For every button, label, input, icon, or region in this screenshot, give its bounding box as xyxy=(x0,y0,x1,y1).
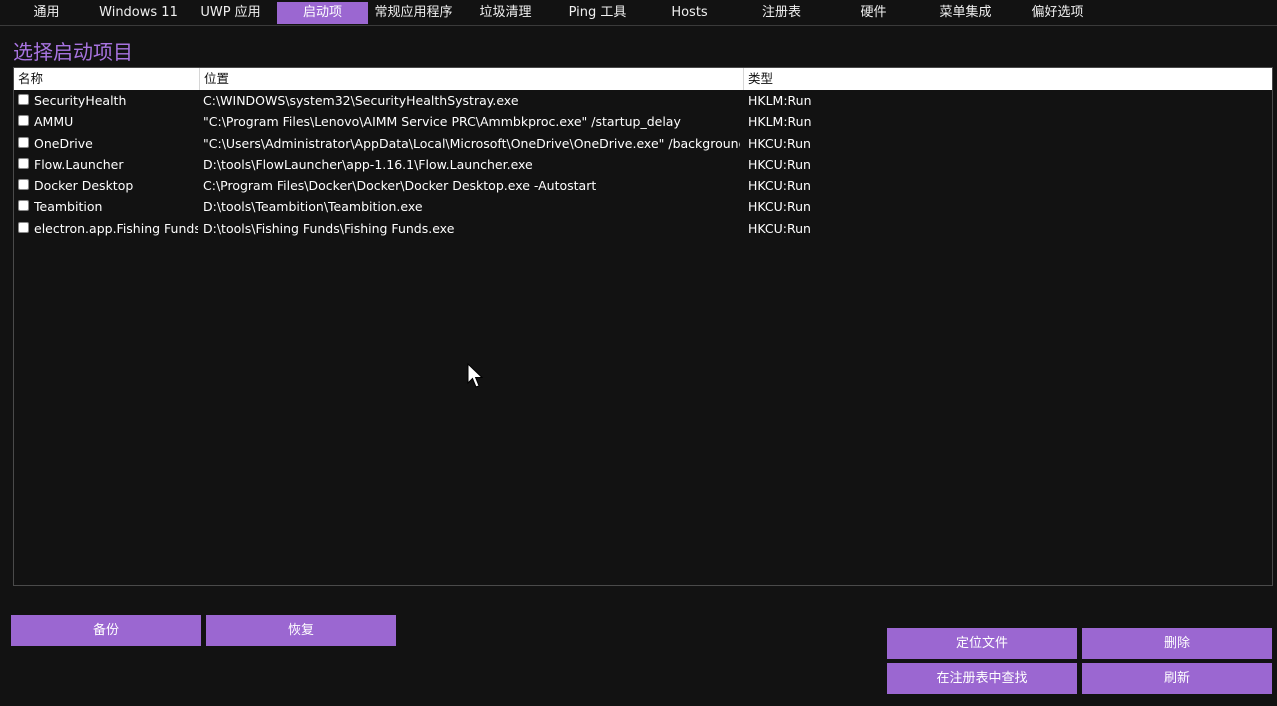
tab-ping-tool[interactable]: Ping 工具 xyxy=(552,2,643,24)
row-checkbox[interactable] xyxy=(18,157,29,169)
row-type: HKCU:Run xyxy=(748,156,811,172)
column-header-location[interactable]: 位置 xyxy=(199,68,744,90)
delete-button[interactable]: 删除 xyxy=(1082,628,1272,659)
table-row[interactable]: SecurityHealth C:\WINDOWS\system32\Secur… xyxy=(14,90,1272,111)
table-row[interactable]: Teambition D:\tools\Teambition\Teambitio… xyxy=(14,196,1272,217)
restore-button[interactable]: 恢复 xyxy=(206,615,396,646)
locate-file-button[interactable]: 定位文件 xyxy=(887,628,1077,659)
list-header: 名称 位置 类型 xyxy=(14,68,1272,90)
tab-startup[interactable]: 启动项 xyxy=(277,2,368,24)
table-row[interactable]: AMMU "C:\Program Files\Lenovo\AIMM Servi… xyxy=(14,111,1272,132)
row-location: D:\tools\Fishing Funds\Fishing Funds.exe xyxy=(203,220,455,236)
row-checkbox[interactable] xyxy=(18,221,29,233)
row-location: C:\Program Files\Docker\Docker\Docker De… xyxy=(203,178,597,194)
row-type: HKLM:Run xyxy=(748,93,812,108)
tab-preferences[interactable]: 偏好选项 xyxy=(1012,2,1103,24)
row-type: HKLM:Run xyxy=(748,114,812,130)
tab-junk-cleanup[interactable]: 垃圾清理 xyxy=(460,2,551,24)
table-row[interactable]: Flow.Launcher D:\tools\FlowLauncher\app-… xyxy=(14,154,1272,175)
refresh-button[interactable]: 刷新 xyxy=(1082,663,1272,694)
find-in-registry-button[interactable]: 在注册表中查找 xyxy=(887,663,1077,694)
row-location: D:\tools\FlowLauncher\app-1.16.1\Flow.La… xyxy=(203,156,533,172)
backup-button[interactable]: 备份 xyxy=(11,615,201,646)
row-name: SecurityHealth xyxy=(34,93,127,108)
tab-uwp-apps[interactable]: UWP 应用 xyxy=(185,2,276,24)
row-location: "C:\Program Files\Lenovo\AIMM Service PR… xyxy=(203,114,681,130)
row-location: D:\tools\Teambition\Teambition.exe xyxy=(203,199,423,215)
row-name: Docker Desktop xyxy=(34,178,134,194)
table-row[interactable]: Docker Desktop C:\Program Files\Docker\D… xyxy=(14,175,1272,196)
row-location: "C:\Users\Administrator\AppData\Local\Mi… xyxy=(203,135,740,151)
row-name: AMMU xyxy=(34,114,74,130)
tab-windows11[interactable]: Windows 11 xyxy=(93,2,184,24)
row-checkbox[interactable] xyxy=(18,94,29,105)
column-header-type[interactable]: 类型 xyxy=(743,68,1268,90)
tab-hosts[interactable]: Hosts xyxy=(644,2,735,24)
row-checkbox[interactable] xyxy=(18,179,29,191)
row-name: Flow.Launcher xyxy=(34,156,124,172)
page-title: 选择启动项目 xyxy=(13,40,133,64)
mouse-cursor-icon xyxy=(467,363,484,388)
table-row[interactable]: electron.app.Fishing Funds D:\tools\Fish… xyxy=(14,218,1272,239)
row-checkbox[interactable] xyxy=(18,115,29,127)
tab-registry[interactable]: 注册表 xyxy=(736,2,827,24)
row-type: HKCU:Run xyxy=(748,135,811,151)
row-checkbox[interactable] xyxy=(18,200,29,212)
row-name: OneDrive xyxy=(34,135,93,151)
tab-regular-apps[interactable]: 常规应用程序 xyxy=(368,2,459,24)
startup-list[interactable]: 名称 位置 类型 SecurityHealth C:\WINDOWS\syste… xyxy=(13,67,1273,586)
row-type: HKCU:Run xyxy=(748,199,811,215)
row-name: Teambition xyxy=(34,199,103,215)
tab-hardware[interactable]: 硬件 xyxy=(828,2,919,24)
row-location: C:\WINDOWS\system32\SecurityHealthSystra… xyxy=(203,93,519,108)
tab-menu-integration[interactable]: 菜单集成 xyxy=(920,2,1011,24)
row-type: HKCU:Run xyxy=(748,220,811,236)
column-header-name[interactable]: 名称 xyxy=(14,68,198,90)
tab-general[interactable]: 通用 xyxy=(1,2,92,24)
tab-bar: 通用 Windows 11 UWP 应用 启动项 常规应用程序 垃圾清理 Pin… xyxy=(0,0,1277,26)
row-checkbox[interactable] xyxy=(18,136,29,148)
row-name: electron.app.Fishing Funds xyxy=(34,220,198,236)
table-row[interactable]: OneDrive "C:\Users\Administrator\AppData… xyxy=(14,133,1272,154)
row-type: HKCU:Run xyxy=(748,178,811,194)
